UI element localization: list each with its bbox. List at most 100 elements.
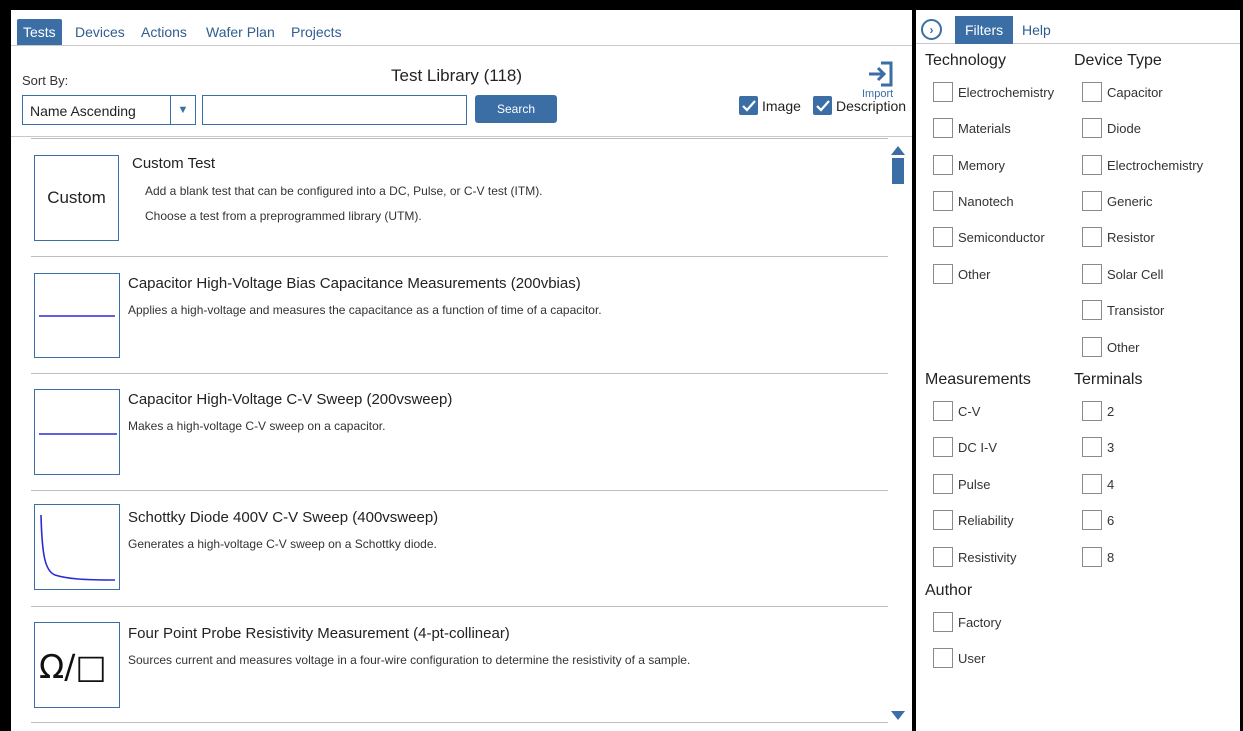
sort-select[interactable]: Name Ascending ▼ (22, 95, 196, 125)
checkbox-icon[interactable] (1082, 547, 1102, 567)
filter-checkbox[interactable]: User (933, 648, 985, 668)
checkbox-icon[interactable] (1082, 300, 1102, 320)
filter-checkbox[interactable]: Pulse (933, 474, 991, 494)
list-item[interactable]: Ω/□ Four Point Probe Resistivity Measure… (31, 607, 888, 723)
checkbox-icon[interactable] (1082, 474, 1102, 494)
checkbox-icon[interactable] (933, 648, 953, 668)
filter-checkbox[interactable]: Transistor (1082, 300, 1164, 320)
test-description: Sources current and measures voltage in … (128, 653, 691, 667)
checkbox-icon[interactable] (1082, 118, 1102, 138)
tab-help[interactable]: Help (1012, 16, 1061, 44)
test-title: Capacitor High-Voltage Bias Capacitance … (128, 275, 581, 292)
filter-checkbox[interactable]: Capacitor (1082, 82, 1163, 102)
checkbox-icon[interactable] (933, 264, 953, 284)
tab-actions[interactable]: Actions (135, 19, 193, 45)
search-input[interactable] (202, 95, 467, 125)
graph-thumbnail (34, 273, 120, 358)
filter-checkbox[interactable]: Memory (933, 155, 1005, 175)
filter-checkbox[interactable]: Solar Cell (1082, 264, 1163, 284)
checkbox-icon[interactable] (1082, 401, 1102, 421)
scrollbar-thumb[interactable] (892, 158, 904, 184)
ohm-per-square-symbol: Ω/□ (39, 647, 107, 686)
collapse-panel-icon[interactable]: › (921, 19, 942, 40)
scroll-up-icon[interactable] (891, 146, 905, 155)
checkbox-icon[interactable] (1082, 155, 1102, 175)
filter-checkbox[interactable]: 3 (1082, 437, 1114, 457)
checkbox-icon[interactable] (933, 82, 953, 102)
tab-wafer-plan[interactable]: Wafer Plan (200, 19, 281, 45)
checkbox-icon[interactable] (933, 191, 953, 211)
image-label: Image (762, 97, 801, 114)
checkbox-icon[interactable] (933, 437, 953, 457)
filter-checkbox[interactable]: Electrochemistry (1082, 155, 1203, 175)
checkbox-icon[interactable] (1082, 337, 1102, 357)
main-nav: Tests Devices Actions Wafer Plan Project… (11, 10, 912, 46)
filter-checkbox[interactable]: DC I-V (933, 437, 997, 457)
scroll-down-icon[interactable] (891, 711, 905, 720)
divider (31, 138, 888, 139)
filter-checkbox[interactable]: 8 (1082, 547, 1114, 567)
list-item[interactable]: Capacitor High-Voltage Bias Capacitance … (31, 257, 888, 374)
checkbox-icon[interactable] (933, 547, 953, 567)
tab-devices[interactable]: Devices (69, 19, 131, 45)
sort-select-value: Name Ascending (30, 103, 136, 119)
filter-checkbox[interactable]: Materials (933, 118, 1011, 138)
test-library-panel: Tests Devices Actions Wafer Plan Project… (11, 10, 912, 731)
list-item[interactable]: Schottky Diode 400V C-V Sweep (400vsweep… (31, 491, 888, 607)
sort-label: Sort By: (22, 73, 69, 88)
test-description: Generates a high-voltage C-V sweep on a … (128, 537, 437, 551)
author-title: Author (925, 582, 973, 599)
checkmark-icon[interactable] (813, 96, 832, 115)
library-toolbar: Sort By: Name Ascending ▼ Search Test Li… (11, 46, 912, 137)
checkbox-icon[interactable] (1082, 82, 1102, 102)
checkbox-icon[interactable] (1082, 227, 1102, 247)
filter-checkbox[interactable]: 6 (1082, 510, 1114, 530)
checkbox-icon[interactable] (933, 474, 953, 494)
device-type-title: Device Type (1074, 52, 1162, 69)
filter-checkbox[interactable]: Resistivity (933, 547, 1017, 567)
filter-checkbox[interactable]: Other (933, 264, 991, 284)
checkbox-icon[interactable] (933, 118, 953, 138)
test-list: Custom Custom Test Add a blank test that… (11, 138, 912, 731)
checkbox-icon[interactable] (1082, 437, 1102, 457)
test-description: Add a blank test that can be configured … (145, 184, 543, 198)
measurements-title: Measurements (925, 371, 1031, 388)
filter-checkbox[interactable]: Resistor (1082, 227, 1155, 247)
search-button[interactable]: Search (475, 95, 557, 123)
checkmark-icon[interactable] (739, 96, 758, 115)
tab-tests[interactable]: Tests (17, 19, 62, 45)
filter-checkbox[interactable]: Other (1082, 337, 1140, 357)
description-toggle[interactable]: Description (813, 96, 906, 115)
chevron-down-icon[interactable]: ▼ (170, 96, 195, 124)
filter-checkbox[interactable]: Diode (1082, 118, 1141, 138)
test-description: Makes a high-voltage C-V sweep on a capa… (128, 419, 386, 433)
image-toggle[interactable]: Image (739, 96, 801, 115)
filter-checkbox[interactable]: Nanotech (933, 191, 1014, 211)
checkbox-icon[interactable] (933, 401, 953, 421)
checkbox-icon[interactable] (1082, 264, 1102, 284)
checkbox-icon[interactable] (933, 227, 953, 247)
filter-checkbox[interactable]: Reliability (933, 510, 1014, 530)
technology-title: Technology (925, 52, 1006, 69)
checkbox-icon[interactable] (933, 155, 953, 175)
checkbox-icon[interactable] (933, 612, 953, 632)
filter-checkbox[interactable]: Generic (1082, 191, 1153, 211)
resistivity-thumbnail: Ω/□ (34, 622, 120, 708)
filter-checkbox[interactable]: Semiconductor (933, 227, 1045, 247)
custom-thumbnail: Custom (34, 155, 119, 241)
filter-checkbox[interactable]: 4 (1082, 474, 1114, 494)
filter-checkbox[interactable]: 2 (1082, 401, 1114, 421)
checkbox-icon[interactable] (1082, 510, 1102, 530)
checkbox-icon[interactable] (933, 510, 953, 530)
tab-filters[interactable]: Filters (955, 16, 1014, 44)
filter-checkbox[interactable]: Electrochemistry (933, 82, 1054, 102)
tab-projects[interactable]: Projects (285, 19, 348, 45)
test-title: Four Point Probe Resistivity Measurement… (128, 625, 510, 642)
checkbox-icon[interactable] (1082, 191, 1102, 211)
list-item[interactable]: Custom Custom Test Add a blank test that… (31, 138, 888, 257)
filter-checkbox[interactable]: C-V (933, 401, 980, 421)
list-item[interactable]: Capacitor High-Voltage C-V Sweep (200vsw… (31, 374, 888, 491)
filters-panel: › Filters Help Technology Device Type El… (916, 10, 1240, 731)
filter-checkbox[interactable]: Factory (933, 612, 1001, 632)
description-label: Description (836, 97, 907, 114)
